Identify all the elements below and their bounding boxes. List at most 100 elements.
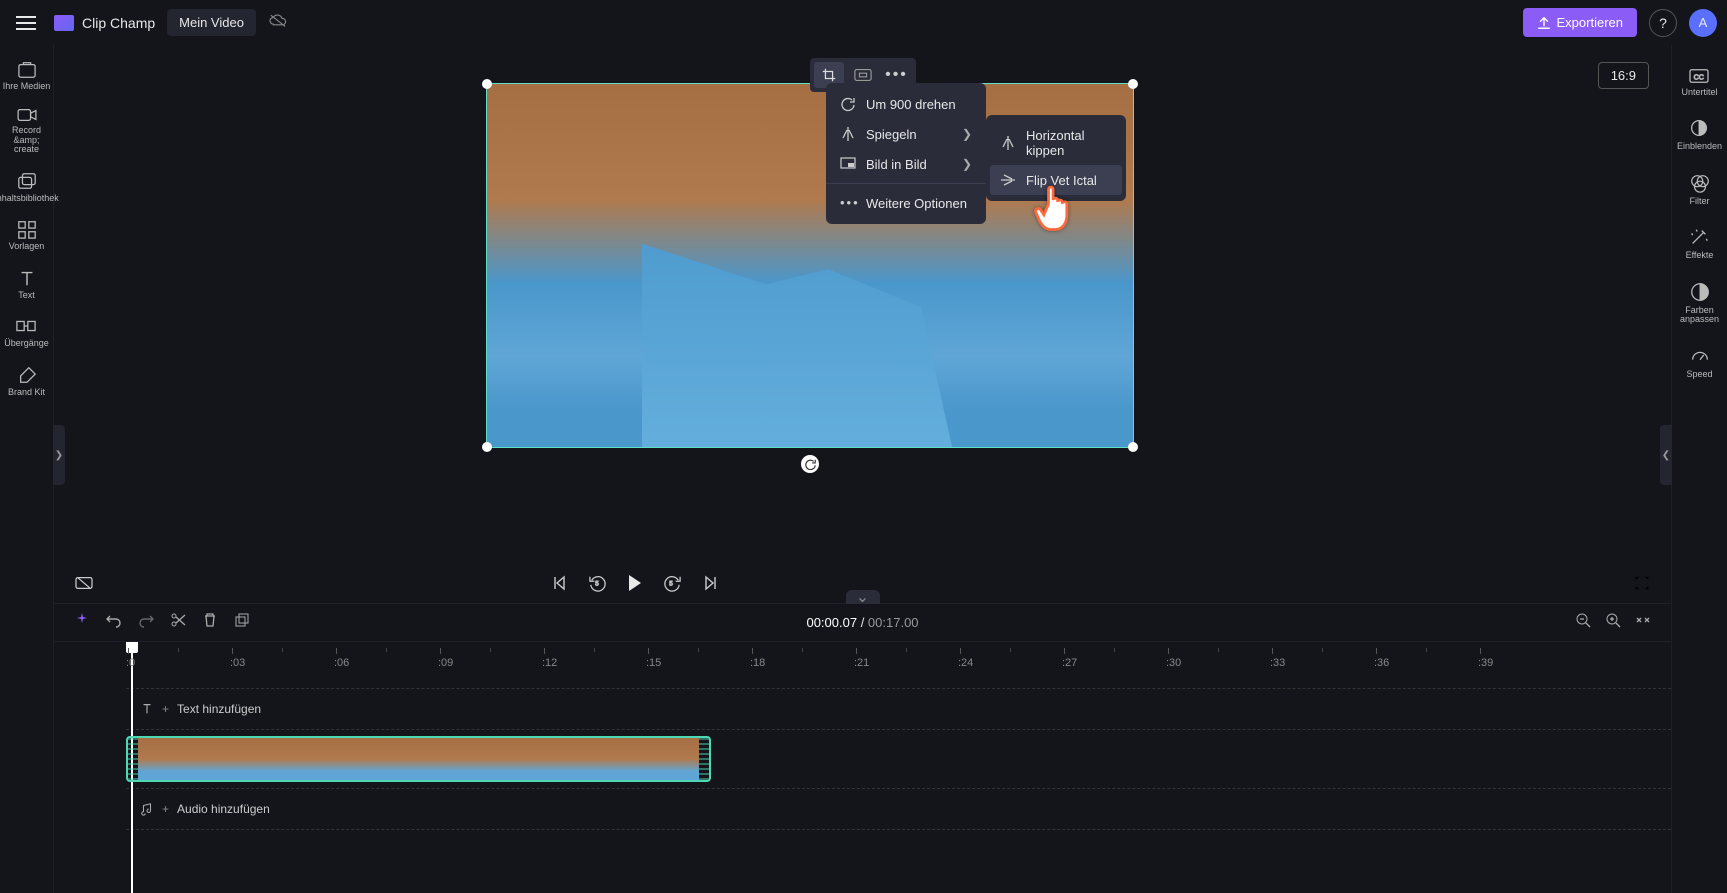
skip-prev-icon — [551, 575, 567, 591]
zoom-in-button[interactable] — [1605, 612, 1621, 633]
gauge-icon — [1689, 345, 1711, 367]
sidebar-item-speed[interactable]: Speed — [1684, 337, 1714, 387]
sidebar-item-fade[interactable]: Einblenden — [1675, 109, 1724, 159]
user-avatar[interactable]: A — [1689, 9, 1717, 37]
brand-icon — [16, 365, 38, 385]
flip-h-icon — [1000, 135, 1016, 151]
ctx-flip-horizontal[interactable]: Horizontal kippen — [986, 121, 1126, 165]
ruler-minor-tick — [1426, 648, 1427, 652]
ruler-tick: :33 — [1270, 648, 1285, 669]
forward-5s-button[interactable]: 5 — [663, 574, 681, 592]
crop-icon — [821, 67, 837, 83]
ruler-minor-tick — [1114, 648, 1115, 652]
fullscreen-button[interactable] — [1633, 574, 1651, 592]
project-name[interactable]: Mein Video — [167, 9, 256, 36]
expand-right-panel-button[interactable]: ❮ — [1660, 425, 1672, 485]
text-track[interactable]: + Text hinzufügen — [126, 688, 1671, 730]
resize-handle-tr[interactable] — [1128, 79, 1138, 89]
audio-track[interactable]: + Audio hinzufügen — [126, 788, 1671, 830]
fit-timeline-button[interactable] — [1635, 612, 1651, 633]
text-icon — [16, 268, 38, 288]
playhead-time: 00:00.07 / 00:17.00 — [806, 615, 918, 630]
split-button[interactable] — [170, 612, 186, 633]
export-button[interactable]: Exportieren — [1523, 8, 1637, 37]
sidebar-item-library[interactable]: Inhaltsbibliothek — [0, 163, 61, 211]
scissors-icon — [170, 612, 186, 628]
ruler-tick: :36 — [1374, 648, 1389, 669]
ruler-minor-tick — [1322, 648, 1323, 652]
clip-thumbnail — [138, 738, 208, 780]
wand-icon — [1688, 226, 1710, 248]
sidebar-item-record[interactable]: Record &amp; create — [0, 99, 53, 162]
ruler-tick: :0 — [126, 648, 135, 669]
ctx-pip[interactable]: Bild in Bild ❯ — [826, 149, 986, 179]
cloud-sync-icon[interactable] — [268, 12, 288, 33]
help-button[interactable]: ? — [1649, 9, 1677, 37]
prev-clip-button[interactable] — [551, 575, 567, 591]
sidebar-item-media[interactable]: Ihre Medien — [1, 53, 53, 99]
rewind-icon: 5 — [589, 574, 607, 592]
rotate-icon — [840, 96, 856, 112]
sidebar-item-filter[interactable]: Filter — [1687, 164, 1713, 214]
plus-icon: + — [162, 702, 169, 716]
svg-text:CC: CC — [1694, 73, 1704, 82]
brand: Clip Champ — [54, 15, 155, 31]
magic-button[interactable] — [74, 612, 90, 633]
chevron-right-icon: ❯ — [962, 127, 972, 141]
hamburger-menu-button[interactable] — [10, 10, 42, 36]
next-clip-button[interactable] — [703, 575, 719, 591]
ctx-rotate-90[interactable]: Um 900 drehen — [826, 89, 986, 119]
ruler-tick: :18 — [750, 648, 765, 669]
clip-trim-right[interactable] — [699, 738, 709, 780]
trash-icon — [202, 612, 218, 628]
ruler-minor-tick — [594, 648, 595, 652]
collapse-icon — [1635, 612, 1651, 628]
menu-divider — [826, 183, 986, 184]
zoom-in-icon — [1605, 612, 1621, 628]
resize-handle-tl[interactable] — [482, 79, 492, 89]
ctx-flip-vertical[interactable]: Flip Vet Ictal — [990, 165, 1122, 195]
ruler-tick: :39 — [1478, 648, 1493, 669]
sidebar-item-brand[interactable]: Brand Kit — [6, 357, 47, 405]
skip-next-icon — [703, 575, 719, 591]
ctx-more-options[interactable]: ••• Weitere Optionen — [826, 188, 986, 218]
aspect-ratio-selector[interactable]: 16:9 — [1598, 62, 1649, 89]
sidebar-item-transitions[interactable]: Übergänge — [2, 308, 51, 356]
zoom-out-button[interactable] — [1575, 612, 1591, 633]
ruler-tick: :12 — [542, 648, 557, 669]
undo-button[interactable] — [106, 612, 122, 633]
sidebar-item-text[interactable]: Text — [14, 260, 40, 308]
play-button[interactable] — [629, 575, 641, 591]
brand-text: Clip Champ — [82, 15, 155, 31]
sidebar-item-templates[interactable]: Vorlagen — [7, 211, 47, 259]
fullscreen-icon — [1633, 574, 1651, 592]
delete-button[interactable] — [202, 612, 218, 633]
sparkle-icon — [74, 612, 90, 628]
clip-thumbnail — [208, 738, 278, 780]
fit-icon — [854, 68, 872, 82]
rotate-handle[interactable] — [801, 455, 819, 473]
sidebar-item-effects[interactable]: Effekte — [1684, 218, 1716, 268]
ruler-tick: :15 — [646, 648, 661, 669]
clip-thumbnail — [348, 738, 418, 780]
sidebar-item-subtitles[interactable]: CC Untertitel — [1679, 59, 1719, 105]
timeline-ruler[interactable]: :0:03:06:09:12:15:18:21:24:27:30:33:36:3… — [126, 642, 1671, 670]
mirror-submenu: Horizontal kippen Flip Vet Ictal — [986, 115, 1126, 201]
sidebar-item-color[interactable]: Farben anpassen — [1672, 273, 1727, 333]
no-preview-icon — [74, 575, 94, 591]
transitions-icon — [15, 316, 37, 336]
timeline-collapse-button[interactable]: ⌄ — [846, 590, 880, 604]
resize-handle-br[interactable] — [1128, 442, 1138, 452]
ctx-mirror[interactable]: Spiegeln ❯ — [826, 119, 986, 149]
pip-icon — [840, 156, 856, 172]
play-icon — [629, 575, 641, 591]
hide-preview-button[interactable] — [74, 575, 94, 591]
redo-icon — [138, 612, 154, 628]
redo-button[interactable] — [138, 612, 154, 633]
duplicate-button[interactable] — [234, 612, 250, 633]
video-clip[interactable] — [126, 736, 711, 782]
rewind-5s-button[interactable]: 5 — [589, 574, 607, 592]
resize-handle-bl[interactable] — [482, 442, 492, 452]
clip-trim-left[interactable] — [128, 738, 138, 780]
flip-v-icon — [1000, 172, 1016, 188]
